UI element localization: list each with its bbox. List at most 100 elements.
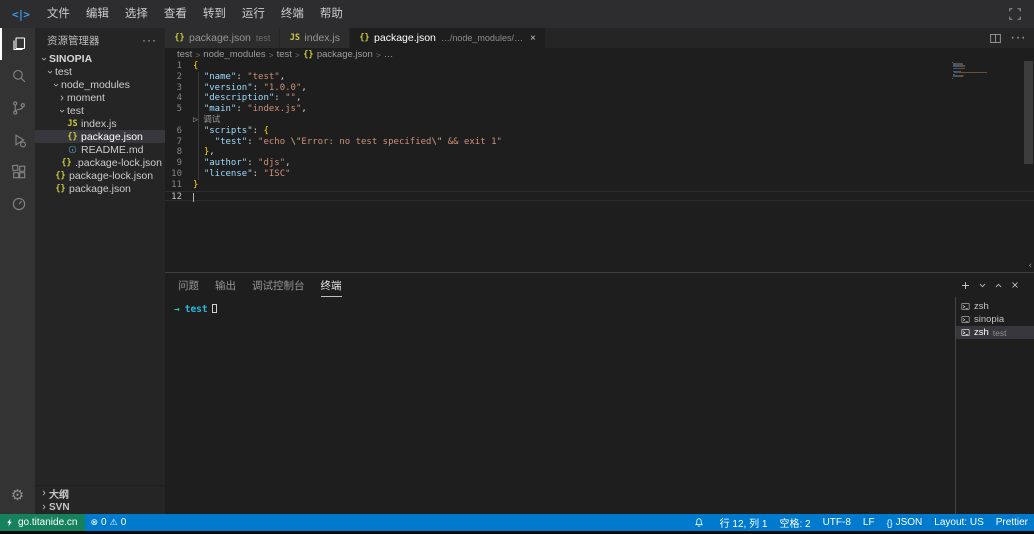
activity-extensions[interactable] xyxy=(0,156,35,188)
breadcrumb-separator: > xyxy=(269,50,274,60)
panel-tab-终端[interactable]: 终端 xyxy=(321,274,342,297)
line-number: 5 xyxy=(165,104,193,115)
customize-layout-icon[interactable] xyxy=(1008,7,1022,21)
terminal-instance[interactable]: sinopia xyxy=(956,313,1034,326)
terminal-instance[interactable]: zsh xyxy=(956,300,1034,313)
panel-tab-调试控制台[interactable]: 调试控制台 xyxy=(252,274,305,297)
codelens-row[interactable]: ▷ 调试 xyxy=(165,115,1034,126)
source-control-icon xyxy=(11,100,27,116)
activity-run-debug[interactable] xyxy=(0,124,35,156)
terminal-cursor xyxy=(212,304,217,313)
problems-status[interactable]: ⊗ 0 ⚠ 0 xyxy=(85,517,133,528)
activity-clock-tool[interactable] xyxy=(0,188,35,220)
section-SVN[interactable]: SVN xyxy=(35,500,165,514)
tree-item[interactable]: {}.package-lock.json xyxy=(35,156,165,169)
editor-area: {}package.jsontestJSindex.js{}package.js… xyxy=(165,28,1034,514)
line-number: 12 xyxy=(165,192,193,201)
activity-search[interactable] xyxy=(0,60,35,92)
terminal-instance-list: zshsinopiazshtest xyxy=(955,297,1034,514)
chevron-left-icon[interactable]: ‹ xyxy=(1028,261,1033,272)
tree-item[interactable]: README.md xyxy=(35,143,165,156)
breadcrumb-item[interactable]: test xyxy=(177,49,192,60)
code-text: "license": "ISC" xyxy=(193,169,291,180)
activity-explorer[interactable] xyxy=(0,28,35,60)
close-icon[interactable]: × xyxy=(530,33,536,44)
menu-item[interactable]: 运行 xyxy=(234,0,273,28)
chevron-up-icon[interactable] xyxy=(994,281,1003,290)
tree-item[interactable]: {}package-lock.json xyxy=(35,169,165,182)
more-actions-icon[interactable]: ··· xyxy=(1010,29,1026,47)
breadcrumb-item[interactable]: … xyxy=(384,49,394,60)
breadcrumb-item[interactable]: node_modules xyxy=(203,49,265,60)
tree-item[interactable]: {}package.json xyxy=(35,182,165,195)
close-icon[interactable] xyxy=(1010,280,1020,290)
menu-item[interactable]: 文件 xyxy=(39,0,78,28)
breadcrumb-item[interactable]: test xyxy=(277,49,292,60)
terminal-output[interactable]: →test xyxy=(165,297,955,514)
editor-tab[interactable]: {}package.json…/node_modules/…× xyxy=(350,28,546,48)
status-item[interactable]: {}JSON xyxy=(881,517,929,528)
json-file-icon: {} xyxy=(174,33,185,43)
codelens-debug-action[interactable]: ▷ 调试 xyxy=(165,115,220,126)
terminal-description: test xyxy=(993,328,1007,338)
code-text: "version": "1.0.0", xyxy=(193,83,307,94)
plus-icon[interactable] xyxy=(960,280,971,291)
tree-item[interactable]: moment xyxy=(35,91,165,104)
status-item[interactable]: Prettier xyxy=(990,517,1034,528)
status-item-text: LF xyxy=(863,517,875,528)
section-label: 大纲 xyxy=(49,486,69,501)
status-item[interactable]: 空格: 2 xyxy=(773,515,816,530)
status-item[interactable]: Layout: US xyxy=(928,517,989,528)
js-file-icon: JS xyxy=(67,119,78,129)
code-text: "author": "djs", xyxy=(193,158,291,169)
minimap[interactable] xyxy=(952,62,1004,81)
status-item-text: 空格: 2 xyxy=(779,515,810,530)
terminal-instance[interactable]: zshtest xyxy=(956,326,1034,339)
tree-item[interactable]: test xyxy=(35,104,165,117)
tree-item[interactable]: {}package.json xyxy=(35,130,165,143)
line-number: 6 xyxy=(165,126,193,137)
tree-item[interactable]: JSindex.js xyxy=(35,117,165,130)
json-file-icon: {} xyxy=(303,50,314,60)
menu-item[interactable]: 帮助 xyxy=(312,0,351,28)
code-line: 5 "main": "index.js", xyxy=(165,104,1034,115)
menu-item[interactable]: 终端 xyxy=(273,0,312,28)
remote-indicator[interactable]: go.titanide.cn xyxy=(0,514,85,531)
gear-icon[interactable]: ⚙ xyxy=(0,480,35,510)
status-item[interactable]: UTF-8 xyxy=(817,517,857,528)
chevron-down-icon[interactable] xyxy=(978,281,987,290)
editor-tab[interactable]: {}package.jsontest xyxy=(165,28,280,48)
tree-item[interactable]: SINOPIA xyxy=(35,52,165,65)
menu-item[interactable]: 编辑 xyxy=(78,0,117,28)
warning-count: 0 xyxy=(121,517,127,528)
tab-label: package.json xyxy=(374,32,436,44)
tree-item[interactable]: test xyxy=(35,65,165,78)
breadcrumb-label: test xyxy=(277,49,292,60)
error-count: 0 xyxy=(101,517,107,528)
split-editor-icon[interactable] xyxy=(989,32,1002,45)
menu-item[interactable]: 转到 xyxy=(195,0,234,28)
chevron-down-icon xyxy=(57,107,67,115)
editor-scrollbar[interactable] xyxy=(1024,61,1033,164)
editor-tab[interactable]: JSindex.js xyxy=(280,28,350,48)
line-number: 7 xyxy=(165,137,193,148)
section-大纲[interactable]: 大纲 xyxy=(35,486,165,500)
tree-item[interactable]: node_modules xyxy=(35,78,165,91)
panel-tab-问题[interactable]: 问题 xyxy=(178,274,199,297)
status-item[interactable]: LF xyxy=(857,517,881,528)
status-bar: go.titanide.cn ⊗ 0 ⚠ 0 行 12, 列 1 空格: 2 UTF… xyxy=(0,514,1034,531)
breadcrumb-separator: > xyxy=(376,50,381,60)
panel-tab-输出[interactable]: 输出 xyxy=(215,274,236,297)
breadcrumb-item[interactable]: {}package.json xyxy=(303,49,373,60)
breadcrumb[interactable]: test>node_modules>test>{}package.json>… xyxy=(165,48,1034,61)
notifications-bell-icon[interactable] xyxy=(688,517,714,528)
menu-item[interactable]: 选择 xyxy=(117,0,156,28)
explorer-more-actions-icon[interactable]: ··· xyxy=(142,33,157,47)
terminal-icon xyxy=(961,328,970,337)
status-item[interactable]: 行 12, 列 1 xyxy=(714,515,774,530)
minimap-row xyxy=(952,79,1004,80)
menu-item[interactable]: 查看 xyxy=(156,0,195,28)
activity-source-control[interactable] xyxy=(0,92,35,124)
code-text: { xyxy=(193,61,198,72)
code-editor[interactable]: 1{2 "name": "test",3 "version": "1.0.0",… xyxy=(165,61,1034,272)
